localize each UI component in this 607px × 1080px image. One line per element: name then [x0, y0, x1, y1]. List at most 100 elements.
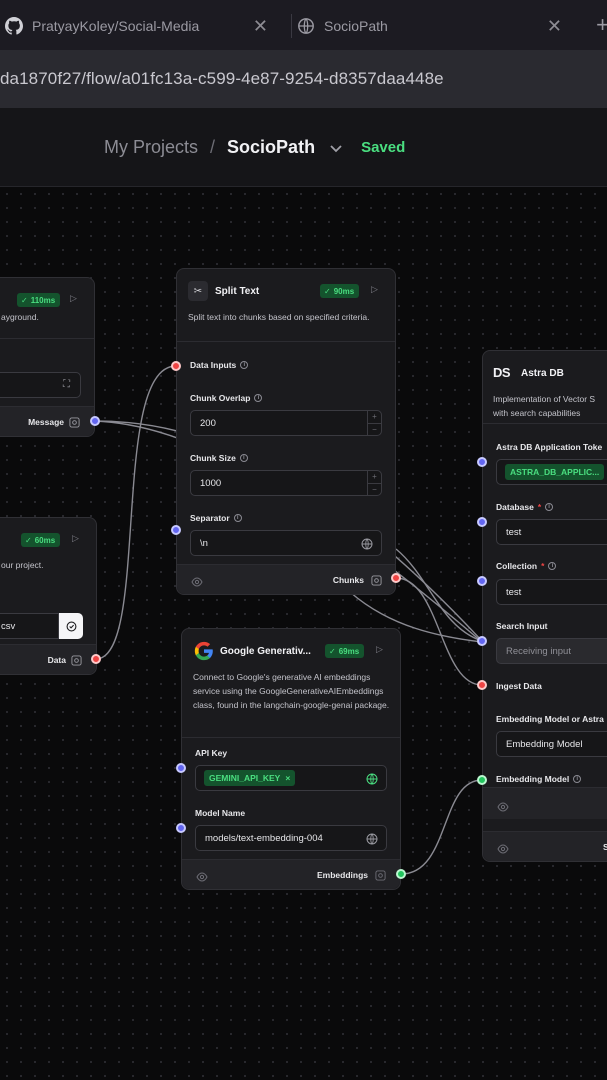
build-time-text: 69ms — [338, 646, 360, 656]
inspect-output-icon[interactable] — [375, 868, 386, 886]
browser-tab-github[interactable]: PratyayKoley/Social-Media ✕ — [0, 6, 290, 46]
handle-separator[interactable] — [171, 525, 181, 535]
description-line: Implementation of Vector S — [493, 394, 596, 404]
field-label-ingest-data: Ingest Data — [496, 681, 542, 691]
breadcrumb-separator: / — [210, 137, 216, 157]
globe-icon[interactable] — [366, 833, 378, 848]
field-label-embedding-choice: Embedding Model or Astra — [496, 714, 604, 724]
inspect-output-icon[interactable] — [371, 573, 382, 591]
label-text: Collection — [496, 561, 538, 571]
remove-chip-icon[interactable]: × — [285, 773, 290, 783]
info-icon[interactable]: i — [254, 394, 263, 402]
decrement-icon[interactable]: − — [368, 424, 381, 436]
handle-data-output[interactable] — [91, 654, 101, 664]
node-footer: Embeddings — [182, 859, 400, 889]
browser-tab-sociopath[interactable]: SocioPath ✕ — [292, 6, 578, 46]
handle-chunks-output[interactable] — [391, 573, 401, 583]
divider — [182, 737, 400, 738]
check-circle-icon — [66, 621, 76, 631]
eye-icon[interactable] — [196, 869, 208, 887]
label-text: Data Inputs — [190, 360, 237, 370]
handle-message-output[interactable] — [90, 416, 100, 426]
chat-input-text-field[interactable]: ⛶ — [0, 372, 81, 398]
token-input[interactable]: ASTRA_DB_APPLIC... — [496, 459, 607, 485]
build-time-text: 60ms — [34, 535, 56, 545]
number-stepper[interactable]: + − — [367, 471, 381, 495]
divider — [0, 338, 94, 339]
database-select[interactable]: test — [496, 519, 607, 545]
node-split-text[interactable]: ✂ Split Text ✓ 90ms ▷ Split text into chu… — [176, 268, 396, 595]
play-icon[interactable]: ▷ — [70, 293, 77, 304]
play-icon[interactable]: ▷ — [376, 644, 383, 655]
globe-icon[interactable] — [366, 773, 378, 788]
field-label-collection: Collection * i — [496, 561, 557, 571]
address-bar[interactable]: da1870f27/flow/a01fc13a-c599-4e87-9254-d… — [0, 50, 607, 108]
eye-icon[interactable] — [497, 799, 509, 817]
info-icon[interactable]: i — [545, 503, 554, 511]
node-footer: Data — [0, 644, 96, 674]
close-tab-icon[interactable]: ✕ — [547, 16, 562, 37]
api-key-chip[interactable]: GEMINI_API_KEY × — [204, 770, 296, 786]
build-time-text: 110ms — [30, 295, 56, 305]
field-label-search-input: Search Input — [496, 621, 547, 631]
google-icon — [193, 640, 215, 667]
label-text: Astra DB Application Toke — [496, 442, 603, 452]
chunk-overlap-input[interactable]: 200 + − — [190, 410, 382, 436]
info-icon[interactable]: i — [239, 454, 248, 462]
handle-collection[interactable] — [477, 576, 487, 586]
file-upload-button[interactable] — [59, 613, 83, 639]
embedding-choice-select[interactable]: Embedding Model — [496, 731, 607, 757]
node-description: Implementation of Vector S with search c… — [493, 392, 595, 420]
node-google-embeddings[interactable]: Google Generativ... ✓ 69ms ▷ Connect to G… — [181, 628, 401, 890]
globe-icon[interactable] — [361, 538, 373, 553]
increment-icon[interactable]: + — [368, 471, 381, 484]
api-key-value: GEMINI_API_KEY — [209, 773, 281, 783]
node-footer-row — [483, 787, 607, 819]
handle-model-name[interactable] — [176, 823, 186, 833]
handle-ingest-data[interactable] — [477, 680, 487, 690]
handle-database[interactable] — [477, 517, 487, 527]
node-chat-input[interactable]: ✓ 110ms ▷ ayground. ⛶ Message — [0, 277, 95, 437]
api-key-input[interactable]: GEMINI_API_KEY × — [195, 765, 387, 791]
node-description: Connect to Google's generative AI embedd… — [193, 672, 390, 710]
increment-icon[interactable]: + — [368, 411, 381, 424]
separator-input[interactable]: \n — [190, 530, 382, 556]
node-file[interactable]: ✓ 60ms ▷ our project. csv Data — [0, 517, 97, 675]
handle-embedding-model[interactable] — [477, 775, 487, 785]
node-astra-db[interactable]: DS Astra DB Implementation of Vector S w… — [482, 350, 607, 862]
chunk-size-input[interactable]: 1000 + − — [190, 470, 382, 496]
eye-icon[interactable] — [191, 574, 203, 592]
token-chip[interactable]: ASTRA_DB_APPLIC... — [505, 464, 605, 480]
collection-select[interactable]: test — [496, 579, 607, 605]
play-icon[interactable]: ▷ — [72, 533, 79, 544]
output-label-embeddings: Embeddings — [316, 870, 368, 880]
number-stepper[interactable]: + − — [367, 411, 381, 435]
handle-api-key[interactable] — [176, 763, 186, 773]
file-name-field[interactable]: csv — [0, 613, 59, 639]
expand-icon[interactable]: ⛶ — [63, 379, 70, 390]
info-icon[interactable]: i — [233, 514, 242, 522]
model-name-input[interactable]: models/text-embedding-004 — [195, 825, 387, 851]
info-icon[interactable]: i — [573, 775, 582, 783]
eye-icon[interactable] — [497, 841, 509, 859]
handle-token[interactable] — [477, 457, 487, 467]
info-icon[interactable]: i — [240, 361, 249, 369]
label-text: Chunk Size — [190, 453, 236, 463]
decrement-icon[interactable]: − — [368, 484, 381, 496]
info-icon[interactable]: i — [548, 562, 557, 570]
breadcrumb-my-projects[interactable]: My Projects — [104, 137, 198, 158]
handle-search-input[interactable] — [477, 636, 487, 646]
inspect-output-icon[interactable] — [71, 653, 82, 671]
new-tab-icon[interactable]: + — [596, 12, 607, 38]
output-label-partial: S — [603, 842, 607, 852]
handle-data-inputs[interactable] — [171, 361, 181, 371]
inspect-output-icon[interactable] — [69, 415, 80, 433]
project-name[interactable]: SocioPath — [227, 137, 315, 158]
play-icon[interactable]: ▷ — [371, 284, 378, 295]
chevron-down-icon[interactable] — [329, 141, 343, 155]
field-label-database: Database * i — [496, 502, 554, 512]
label-text: Search Input — [496, 621, 548, 631]
flow-canvas[interactable]: ✓ 110ms ▷ ayground. ⛶ Message ✓ 60ms ▷ our… — [0, 187, 607, 1080]
handle-embeddings-output[interactable] — [396, 869, 406, 879]
close-tab-icon[interactable]: ✕ — [253, 16, 268, 37]
